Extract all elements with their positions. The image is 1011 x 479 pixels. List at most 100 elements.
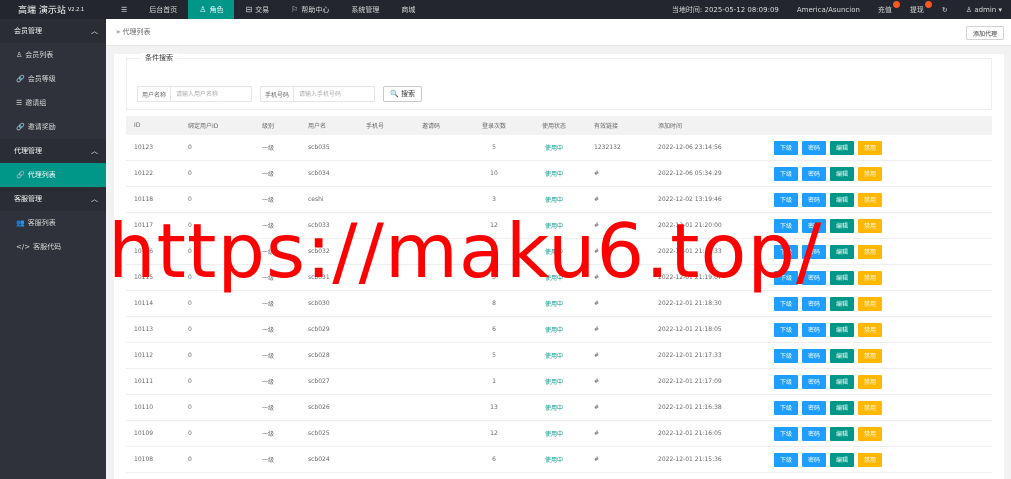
edit-button[interactable]: 编辑 xyxy=(830,166,855,181)
password-button[interactable]: 密码 xyxy=(802,140,827,155)
cell-link: # xyxy=(594,352,600,359)
edit-button[interactable]: 编辑 xyxy=(830,348,855,363)
cell-link: # xyxy=(594,378,600,385)
cell-level: 一级 xyxy=(262,145,275,152)
sidebar-item-invite-reward[interactable]: 🔗 邀请奖励 xyxy=(0,115,106,139)
nav-item-help[interactable]: ⚐ 帮助中心 xyxy=(280,0,340,19)
password-button[interactable]: 密码 xyxy=(802,426,827,441)
password-button[interactable]: 密码 xyxy=(802,192,827,207)
disable-button[interactable]: 禁用 xyxy=(858,400,883,415)
cell-link: # xyxy=(594,300,600,307)
disable-button[interactable]: 禁用 xyxy=(858,374,883,389)
disable-button[interactable]: 禁用 xyxy=(858,140,883,155)
edit-button[interactable]: 编辑 xyxy=(830,218,855,233)
cell-time: 2022-12-01 21:18:30 xyxy=(658,300,722,307)
disable-button[interactable]: 禁用 xyxy=(858,218,883,233)
cell-actions: 下级 密码 编辑 禁用 xyxy=(774,348,914,363)
disable-button[interactable]: 禁用 xyxy=(858,166,883,181)
subordinate-button[interactable]: 下级 xyxy=(774,218,799,233)
password-button[interactable]: 密码 xyxy=(802,400,827,415)
sidebar-item-service-list[interactable]: 👥 客服列表 xyxy=(0,211,106,235)
edit-button[interactable]: 编辑 xyxy=(830,140,855,155)
sidebar-item-service-code[interactable]: </> 客服代码 xyxy=(0,235,106,259)
subordinate-button[interactable]: 下级 xyxy=(774,374,799,389)
sidebar: 会员管理 ︿ ♙ 会员列表 🔗 会员等级 ☰ 邀请组 🔗 邀请奖励 代理管理 ︿ 🔗 代理列表… xyxy=(0,19,106,479)
phone-input[interactable] xyxy=(294,87,375,101)
subordinate-button[interactable]: 下级 xyxy=(774,166,799,181)
edit-button[interactable]: 编辑 xyxy=(830,322,855,337)
cell-level: 一级 xyxy=(262,405,275,412)
edit-button[interactable]: 编辑 xyxy=(830,374,855,389)
edit-button[interactable]: 编辑 xyxy=(830,270,855,285)
top-bar: 高端 演示站 V2.2.1 ☰ 后台首页 ♙ 角色 ⊟ 交易 ⚐ 帮助中心 系统管理 商… xyxy=(0,0,1011,19)
sidebar-item-member-list[interactable]: ♙ 会员列表 xyxy=(0,43,106,67)
subordinate-button[interactable]: 下级 xyxy=(774,270,799,285)
password-button[interactable]: 密码 xyxy=(802,166,827,181)
disable-button[interactable]: 禁用 xyxy=(858,426,883,441)
sidebar-item-agent-list[interactable]: 🔗 代理列表 xyxy=(0,163,106,187)
password-button[interactable]: 密码 xyxy=(802,452,827,467)
sidebar-item-invite-group[interactable]: ☰ 邀请组 xyxy=(0,91,106,115)
edit-button[interactable]: 编辑 xyxy=(830,452,855,467)
subordinate-button[interactable]: 下级 xyxy=(774,296,799,311)
nav-item-role[interactable]: ♙ 角色 xyxy=(188,0,235,19)
subordinate-button[interactable]: 下级 xyxy=(774,322,799,337)
disable-button[interactable]: 禁用 xyxy=(858,348,883,363)
password-button[interactable]: 密码 xyxy=(802,296,827,311)
disable-button[interactable]: 禁用 xyxy=(858,192,883,207)
cell-status: 使用中 xyxy=(544,457,563,464)
subordinate-button[interactable]: 下级 xyxy=(774,244,799,259)
disable-button[interactable]: 禁用 xyxy=(858,296,883,311)
menu-toggle-icon[interactable]: ☰ xyxy=(110,0,138,19)
search-button[interactable]: 🔍 搜索 xyxy=(383,86,422,102)
sidebar-item-member-level[interactable]: 🔗 会员等级 xyxy=(0,67,106,91)
password-button[interactable]: 密码 xyxy=(802,374,827,389)
list-icon: ☰ xyxy=(16,99,23,107)
cell-id: 10111 xyxy=(134,378,154,385)
edit-button[interactable]: 编辑 xyxy=(830,192,855,207)
subordinate-button[interactable]: 下级 xyxy=(774,140,799,155)
cell-login: 3 xyxy=(492,196,496,203)
sidebar-group-agents[interactable]: 代理管理 ︿ xyxy=(0,139,106,163)
recharge-button[interactable]: 充值 xyxy=(869,0,901,15)
cell-actions: 下级 密码 编辑 禁用 xyxy=(774,374,914,389)
edit-button[interactable]: 编辑 xyxy=(830,400,855,415)
withdraw-button[interactable]: 提现 xyxy=(901,0,933,15)
sidebar-group-service[interactable]: 客服管理 ︿ xyxy=(0,187,106,211)
table-row: 10123 0 一级 scb035 5 使用中 1232132 2022-12-06 23:1… xyxy=(126,135,992,161)
nav-item-system[interactable]: 系统管理 xyxy=(340,0,390,19)
disable-button[interactable]: 禁用 xyxy=(858,452,883,467)
disable-button[interactable]: 禁用 xyxy=(858,322,883,337)
password-button[interactable]: 密码 xyxy=(802,244,827,259)
password-button[interactable]: 密码 xyxy=(802,218,827,233)
withdraw-badge xyxy=(924,0,932,8)
cell-time: 2022-12-01 21:16:05 xyxy=(658,430,722,437)
subordinate-button[interactable]: 下级 xyxy=(774,400,799,415)
nav-item-trade[interactable]: ⊟ 交易 xyxy=(234,0,280,19)
user-menu[interactable]: ♙ admin ▾ xyxy=(957,6,1011,14)
edit-button[interactable]: 编辑 xyxy=(830,244,855,259)
cell-bind: 0 xyxy=(188,196,192,203)
edit-button[interactable]: 编辑 xyxy=(830,426,855,441)
nav-item-home[interactable]: 后台首页 xyxy=(138,0,188,19)
cell-login: 13 xyxy=(490,404,498,411)
subordinate-button[interactable]: 下级 xyxy=(774,452,799,467)
password-button[interactable]: 密码 xyxy=(802,348,827,363)
disable-button[interactable]: 禁用 xyxy=(858,270,883,285)
edit-button[interactable]: 编辑 xyxy=(830,296,855,311)
subordinate-button[interactable]: 下级 xyxy=(774,192,799,207)
nav-item-mall[interactable]: 商城 xyxy=(390,0,426,19)
subordinate-button[interactable]: 下级 xyxy=(774,348,799,363)
subordinate-button[interactable]: 下级 xyxy=(774,426,799,441)
password-button[interactable]: 密码 xyxy=(802,270,827,285)
add-agent-button[interactable]: 添加代理 xyxy=(965,26,1004,40)
disable-button[interactable]: 禁用 xyxy=(858,244,883,259)
cell-status: 使用中 xyxy=(544,223,563,230)
refresh-icon[interactable]: ↻ xyxy=(933,6,957,14)
table-row: 10112 0 一级 scb028 5 使用中 #2022-12-01 21:17:33 下级… xyxy=(126,343,992,369)
password-button[interactable]: 密码 xyxy=(802,322,827,337)
username-input[interactable] xyxy=(171,87,252,101)
sidebar-group-members[interactable]: 会员管理 ︿ xyxy=(0,19,106,43)
cell-user: scb034 xyxy=(308,170,330,177)
app-logo[interactable]: 高端 演示站 V2.2.1 xyxy=(0,0,110,19)
